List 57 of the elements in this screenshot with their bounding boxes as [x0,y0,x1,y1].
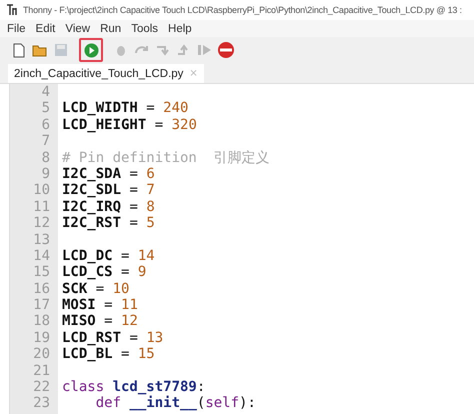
play-icon [84,42,98,58]
toolbar-button[interactable] [79,38,103,62]
line-number: 14 [33,248,50,264]
code-line: I2C_RST = 5 [62,215,155,232]
window-title: Thonny - F:\project\2inch Capacitive Touch LCD\RaspberryPi_Pico\Python\2inch_Capacitive_Touch_LCD.py @ 13 : [23,5,462,15]
line-number: 9 [42,166,50,182]
code-line: # Pin definition 引脚定义 [62,150,270,166]
code-line: LCD_CS = 9 [62,264,146,280]
menu-item[interactable]: Tools [126,22,164,34]
code-line: LCD_HEIGHT = 320 [62,116,197,133]
line-number: 17 [33,297,50,314]
menu-item[interactable]: Edit [30,22,60,34]
menu-item[interactable]: Help [163,22,197,34]
menu-item[interactable]: File [2,22,31,34]
code-line: class lcd_st7789: [62,379,206,396]
stop-icon [217,41,235,59]
line-number: 12 [33,215,50,232]
code-line: LCD_RST = 13 [62,330,164,346]
app-logo-icon [6,4,18,16]
line-number: 21 [33,362,50,380]
line-number: 19 [33,330,50,346]
toolbar-button[interactable] [217,41,235,59]
line-number: 23 [33,395,50,412]
code-line: I2C_SDL = 7 [62,182,155,198]
resume-icon [197,44,213,56]
code-line: I2C_SDA = 6 [62,166,155,182]
save-icon [54,43,68,57]
folder-icon [32,44,48,56]
code-line: I2C_IRQ = 8 [62,198,155,215]
bug-icon [115,43,127,57]
line-number: 6 [42,116,50,134]
code-line: MISO = 12 [62,313,138,330]
file-tab[interactable]: 2inch_Capacitive_Touch_LCD.py × [8,64,204,83]
code-line: LCD_WIDTH = 240 [62,100,188,116]
line-number: 15 [33,264,50,281]
code-line: LCD_DC = 14 [62,248,155,264]
tab-label: 2inch_Capacitive_Touch_LCD.py [14,68,184,80]
code-line: MOSI = 11 [62,297,138,314]
code-line: SCK = 10 [62,280,130,297]
step-into-icon [155,44,171,56]
code-line: LCD_BL = 15 [62,346,155,362]
line-number: 10 [33,182,50,199]
menu-item[interactable]: View [60,22,96,34]
code-line: def __init__(self): [94,395,256,412]
line-number: 18 [33,313,50,330]
new-file-icon [13,42,25,58]
line-number: 7 [42,133,50,150]
line-number: 20 [33,346,50,363]
step-over-icon [134,44,150,56]
line-number: 11 [33,198,50,216]
line-number: 13 [33,232,50,248]
line-number: 16 [33,280,50,298]
line-number: 8 [42,150,50,166]
menu-item[interactable]: Run [95,22,126,34]
line-number: 4 [42,84,50,100]
line-number: 5 [42,100,50,117]
line-number: 22 [33,379,50,396]
